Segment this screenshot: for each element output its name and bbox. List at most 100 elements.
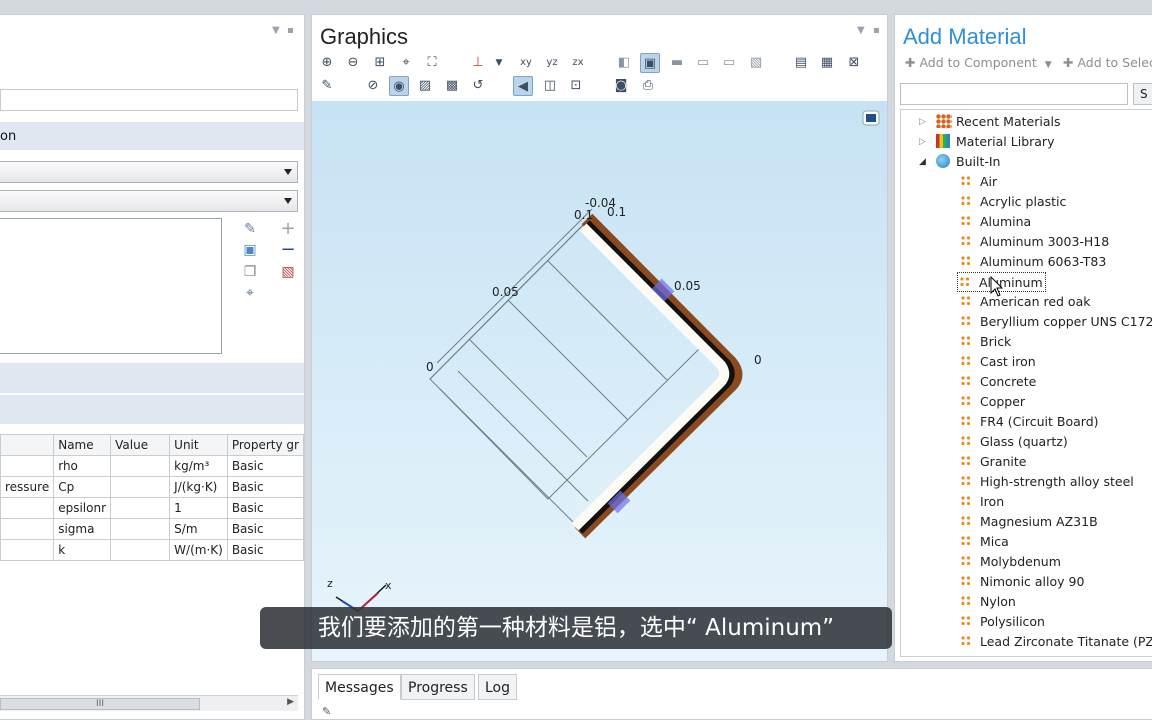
pin-icon[interactable]: ▪	[873, 25, 880, 36]
level-select[interactable]	[0, 161, 298, 183]
selection-list[interactable]	[0, 218, 222, 354]
material-item[interactable]: Nimonic alloy 90	[961, 572, 1084, 592]
remove-icon[interactable]: −	[280, 241, 296, 259]
hide-icon[interactable]: ▤	[791, 53, 811, 73]
horizontal-scrollbar[interactable]: III ▶	[0, 695, 298, 711]
zoom-selected-icon[interactable]: ⌖	[396, 53, 416, 73]
column-header[interactable]: Value	[110, 434, 171, 456]
material-item[interactable]: American red oak	[961, 292, 1090, 312]
material-item[interactable]: Mica	[961, 532, 1009, 552]
material-item[interactable]: Air	[961, 172, 997, 192]
hide-entities-icon[interactable]: ⊘	[363, 76, 383, 96]
material-item[interactable]: Brick	[961, 332, 1011, 352]
material-item[interactable]: Lead Zirconate Titanate (PZT-	[961, 632, 1152, 652]
print-icon[interactable]: ⎙	[638, 76, 658, 96]
column-header[interactable]: Name	[53, 434, 112, 456]
material-item[interactable]: Alumina	[961, 212, 1031, 232]
material-item[interactable]: Beryllium copper UNS C17200	[961, 312, 1152, 332]
section-header-material-contents[interactable]	[0, 395, 304, 424]
material-item[interactable]: Copper	[961, 392, 1025, 412]
chevron-down-icon[interactable]: ▼	[489, 53, 509, 73]
material-item[interactable]: Polysilicon	[961, 612, 1045, 632]
search-button[interactable]: S	[1133, 83, 1152, 105]
zoom-in-icon[interactable]: ⊕	[317, 53, 337, 73]
table-cell[interactable]	[110, 455, 171, 477]
material-item[interactable]: Aluminum 3003-H18	[961, 232, 1109, 252]
material-item[interactable]: FR4 (Circuit Board)	[961, 412, 1099, 432]
add-to-component-button[interactable]: ✚ Add to Component ▼	[905, 55, 1052, 70]
material-item[interactable]: Molybdenum	[961, 552, 1061, 572]
table-row[interactable]: epsilonr 1 Basic	[0, 497, 304, 519]
material-item[interactable]: Magnesium AZ31B	[961, 512, 1098, 532]
zoom-box-icon[interactable]: ⊞	[370, 53, 390, 73]
table-row[interactable]: k W/(m·K) Basic	[0, 539, 304, 561]
select-icon[interactable]: ✎	[242, 221, 258, 237]
material-item[interactable]: Glass (quartz)	[961, 432, 1068, 452]
section-header-geometric-entity[interactable]: on	[0, 122, 304, 150]
selection-select[interactable]	[0, 190, 298, 212]
material-item[interactable]: Aluminum 6063-T83	[961, 252, 1106, 272]
tab-progress[interactable]: Progress	[401, 674, 475, 700]
select-points-icon[interactable]: ▭	[719, 53, 739, 73]
select-objects-icon[interactable]: ◧	[614, 53, 634, 73]
scene-light-icon[interactable]: ▩	[442, 76, 462, 96]
orthographic-icon[interactable]: ◫	[540, 76, 560, 96]
scrollbar-thumb[interactable]: III	[0, 698, 200, 710]
collapse-icon[interactable]: ▼	[857, 25, 865, 36]
add-to-selection-button[interactable]: ✚ Add to Selec	[1063, 55, 1152, 70]
table-cell[interactable]	[110, 518, 171, 540]
column-header[interactable]	[0, 434, 55, 456]
reset-hiding-icon[interactable]: ⊠	[844, 53, 864, 73]
tree-node-built-in[interactable]: ◢ Built-In	[919, 152, 1000, 172]
table-row[interactable]: rho kg/m³ Basic	[0, 455, 304, 477]
section-header-override[interactable]	[0, 363, 304, 393]
graphics-viewport[interactable]: -0.04 0.1 0.1 0.05 0.05 0 0 z x	[312, 101, 887, 661]
clear-selection-icon[interactable]: ▧	[746, 53, 766, 73]
views-icon[interactable]: ⊥	[468, 53, 488, 73]
select-boundaries-icon[interactable]: ▬	[667, 53, 687, 73]
wireframe-icon[interactable]: ▨	[415, 76, 435, 96]
column-header[interactable]: Property gr	[226, 434, 304, 456]
material-item[interactable]: Acrylic plastic	[961, 192, 1066, 212]
chevron-down-icon[interactable]: ◢	[919, 152, 926, 172]
clear-selection-icon[interactable]: ▧	[280, 264, 296, 280]
pin-icon[interactable]: ▪	[287, 25, 294, 36]
select-domains-icon[interactable]: ▣	[640, 53, 660, 73]
chevron-right-icon[interactable]: ▷	[919, 132, 926, 152]
scroll-right-icon[interactable]: ▶	[287, 697, 294, 707]
material-search-input[interactable]	[900, 83, 1128, 105]
xy-view-icon[interactable]: xy	[516, 53, 536, 73]
reset-view-icon[interactable]: ↺	[468, 76, 488, 96]
material-item[interactable]: Nylon	[961, 592, 1016, 612]
label-input[interactable]	[0, 89, 298, 111]
zoom-selection-icon[interactable]: ⌖	[242, 285, 258, 301]
chevron-right-icon[interactable]: ▷	[919, 112, 926, 132]
material-item[interactable]: High-strength alloy steel	[961, 472, 1134, 492]
render-icon[interactable]: ⊡	[566, 76, 586, 96]
transparency-icon[interactable]: ◉	[389, 76, 409, 96]
table-row[interactable]: sigma S/m Basic	[0, 518, 304, 540]
camera-icon[interactable]: ◙	[611, 76, 631, 96]
material-item[interactable]: Cast iron	[961, 352, 1036, 372]
material-item[interactable]: Granite	[961, 452, 1026, 472]
select-edges-icon[interactable]: ▭	[693, 53, 713, 73]
table-cell[interactable]	[110, 497, 171, 519]
zoom-out-icon[interactable]: ⊖	[343, 53, 363, 73]
collapse-icon[interactable]: ▼	[272, 25, 280, 36]
yz-view-icon[interactable]: yz	[542, 53, 562, 73]
paste-icon[interactable]: ❐	[242, 264, 258, 280]
tab-messages[interactable]: Messages	[318, 674, 401, 700]
copy-selection-icon[interactable]: ▣	[242, 242, 258, 258]
select-icon[interactable]: ✎	[317, 76, 337, 96]
zx-view-icon[interactable]: zx	[568, 53, 588, 73]
column-header[interactable]: Unit	[169, 434, 228, 456]
add-icon[interactable]: +	[280, 220, 296, 238]
table-row[interactable]: ressure Cp J/(kg·K) Basic	[0, 476, 304, 498]
tab-log[interactable]: Log	[478, 674, 518, 700]
tree-node-material-library[interactable]: ▷ Material Library	[919, 132, 1054, 152]
tree-node-recent-materials[interactable]: ▷ Recent Materials	[919, 112, 1060, 132]
material-item[interactable]: Concrete	[961, 372, 1036, 392]
perspective-icon[interactable]: ◀	[513, 76, 533, 96]
zoom-extents-icon[interactable]: ⛶	[422, 53, 442, 73]
table-cell[interactable]	[110, 476, 171, 498]
